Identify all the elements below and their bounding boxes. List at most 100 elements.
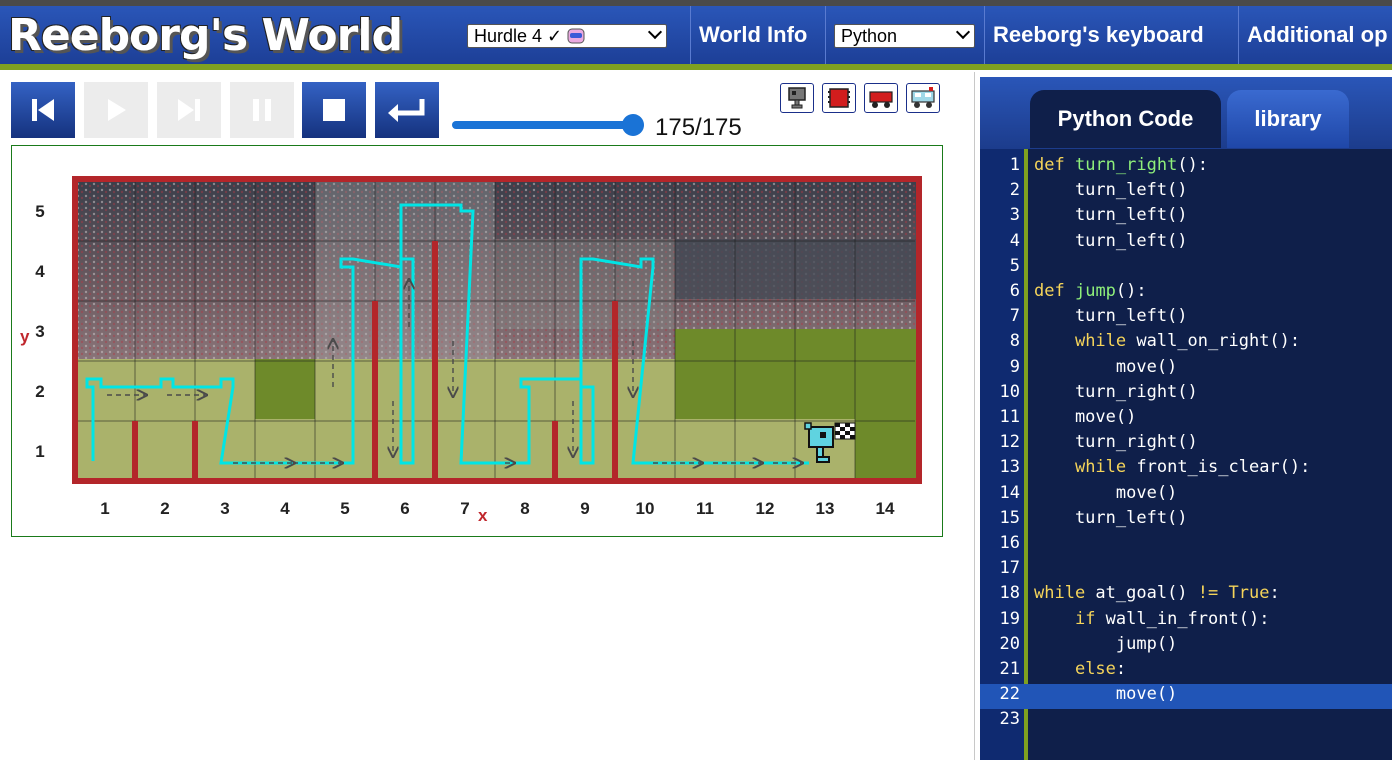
nav-separator xyxy=(984,6,985,64)
code-line[interactable]: 23 xyxy=(980,709,1392,734)
code-text[interactable]: if wall_in_front(): xyxy=(1034,609,1269,629)
x-tick-label: 1 xyxy=(100,499,109,518)
wall-segment xyxy=(372,301,378,481)
chevron-down-icon xyxy=(647,24,663,40)
code-text[interactable]: turn_left() xyxy=(1034,306,1188,326)
pause-button[interactable] xyxy=(230,82,294,138)
nav-separator xyxy=(825,6,826,64)
line-number: 18 xyxy=(999,583,1020,604)
code-line[interactable]: 10 turn_right() xyxy=(980,382,1392,407)
code-line[interactable]: 11 move() xyxy=(980,407,1392,432)
code-text[interactable]: def jump(): xyxy=(1034,281,1147,301)
code-line[interactable]: 21 else: xyxy=(980,659,1392,684)
wall-segment xyxy=(192,421,198,481)
tab-python-code[interactable]: Python Code xyxy=(1030,90,1221,148)
goal-grass xyxy=(855,419,919,481)
code-text[interactable]: while wall_on_right(): xyxy=(1034,331,1300,351)
run-button[interactable] xyxy=(84,82,148,138)
code-text[interactable]: jump() xyxy=(1034,634,1177,654)
code-text[interactable]: move() xyxy=(1034,407,1136,427)
line-number: 11 xyxy=(999,407,1020,427)
line-number: 15 xyxy=(999,507,1020,528)
red-car-icon xyxy=(869,91,893,108)
blue-car-icon xyxy=(911,87,935,108)
code-line[interactable]: 17 xyxy=(980,558,1392,583)
code-line[interactable]: 4 turn_left() xyxy=(980,231,1392,256)
stop-button[interactable] xyxy=(302,82,366,138)
code-line[interactable]: 5 xyxy=(980,256,1392,281)
code-line[interactable]: 18 while at_goal() != True: xyxy=(980,583,1392,608)
robot-image-button[interactable] xyxy=(780,83,814,113)
language-select-value: Python xyxy=(841,25,898,46)
outfield-grass xyxy=(675,329,919,419)
code-line[interactable]: 20 jump() xyxy=(980,634,1392,659)
stop-robot-image-button[interactable] xyxy=(822,83,856,113)
code-text[interactable]: move() xyxy=(1034,684,1177,704)
world-info-menu[interactable]: World Info xyxy=(699,6,807,64)
reverse-step-button[interactable] xyxy=(375,82,439,138)
x-tick-label: 6 xyxy=(400,499,409,518)
y-tick-label: 3 xyxy=(35,322,44,341)
x-axis-label: x xyxy=(478,506,488,525)
wall-segment xyxy=(612,301,618,481)
code-text[interactable]: turn_right() xyxy=(1034,382,1198,402)
code-line[interactable]: 6 def jump(): xyxy=(980,281,1392,306)
y-axis-label: y xyxy=(20,327,30,346)
code-line[interactable]: 8 while wall_on_right(): xyxy=(980,331,1392,356)
code-line[interactable]: 3 turn_left() xyxy=(980,205,1392,230)
speed-slider-thumb[interactable] xyxy=(622,114,644,136)
code-text[interactable]: turn_left() xyxy=(1034,205,1188,225)
play-icon xyxy=(108,99,126,121)
code-line[interactable]: 16 xyxy=(980,533,1392,558)
code-text[interactable]: while at_goal() != True: xyxy=(1034,583,1280,603)
step-button[interactable] xyxy=(157,82,221,138)
y-tick-label: 2 xyxy=(35,382,44,401)
code-text[interactable]: move() xyxy=(1034,483,1177,503)
code-line[interactable]: 7 turn_left() xyxy=(980,306,1392,331)
code-line[interactable]: 22 move() xyxy=(980,684,1392,710)
line-number: 17 xyxy=(999,558,1020,579)
code-text[interactable]: move() xyxy=(1034,357,1177,377)
code-text[interactable]: else: xyxy=(1034,659,1126,679)
line-number: 1 xyxy=(1009,155,1020,175)
nav-separator xyxy=(690,6,691,64)
code-text[interactable]: while front_is_clear(): xyxy=(1034,457,1310,477)
goal-flag-icon xyxy=(834,422,856,440)
robot-face-icon xyxy=(567,28,585,44)
code-line[interactable]: 2 turn_left() xyxy=(980,180,1392,205)
code-text[interactable]: turn_left() xyxy=(1034,180,1188,200)
additional-options-menu[interactable]: Additional op xyxy=(1247,6,1388,64)
step-forward-icon xyxy=(178,99,200,121)
code-line[interactable]: 9 move() xyxy=(980,357,1392,382)
line-number: 5 xyxy=(1009,255,1020,276)
line-number: 14 xyxy=(999,482,1020,503)
code-line[interactable]: 1 def turn_right(): xyxy=(980,155,1392,180)
language-select[interactable]: Python xyxy=(834,24,975,48)
world-select[interactable]: Hurdle 4 ✓ xyxy=(467,24,667,48)
code-line[interactable]: 13 while front_is_clear(): xyxy=(980,457,1392,482)
keyboard-menu[interactable]: Reeborg's keyboard xyxy=(993,6,1204,64)
x-tick-label: 5 xyxy=(340,499,349,518)
vehicle-robot-button[interactable] xyxy=(906,83,940,113)
reload-button[interactable] xyxy=(11,82,75,138)
code-line[interactable]: 15 turn_left() xyxy=(980,508,1392,533)
speed-slider[interactable] xyxy=(452,121,634,129)
x-tick-label: 9 xyxy=(580,499,589,518)
code-text[interactable]: turn_right() xyxy=(1034,432,1198,452)
tab-library[interactable]: library xyxy=(1227,90,1349,148)
line-number: 23 xyxy=(999,709,1020,730)
code-line[interactable]: 19 if wall_in_front(): xyxy=(980,609,1392,634)
line-number: 6 xyxy=(1009,281,1020,301)
y-tick-label: 1 xyxy=(35,442,44,461)
x-tick-label: 2 xyxy=(160,499,169,518)
code-text[interactable]: def turn_right(): xyxy=(1034,155,1208,175)
flag-robot-button[interactable] xyxy=(864,83,898,113)
header-underline xyxy=(0,64,1392,70)
code-line[interactable]: 12 turn_right() xyxy=(980,432,1392,457)
code-text[interactable]: turn_left() xyxy=(1034,508,1188,528)
code-line[interactable]: 14 move() xyxy=(980,483,1392,508)
wall-segment xyxy=(552,421,558,481)
world-canvas[interactable]: 1 2 3 4 5 6 7 8 9 10 11 12 13 14 1 2 3 4 5 y x xyxy=(11,145,943,537)
line-number: 21 xyxy=(999,659,1020,679)
code-text[interactable]: turn_left() xyxy=(1034,231,1188,251)
